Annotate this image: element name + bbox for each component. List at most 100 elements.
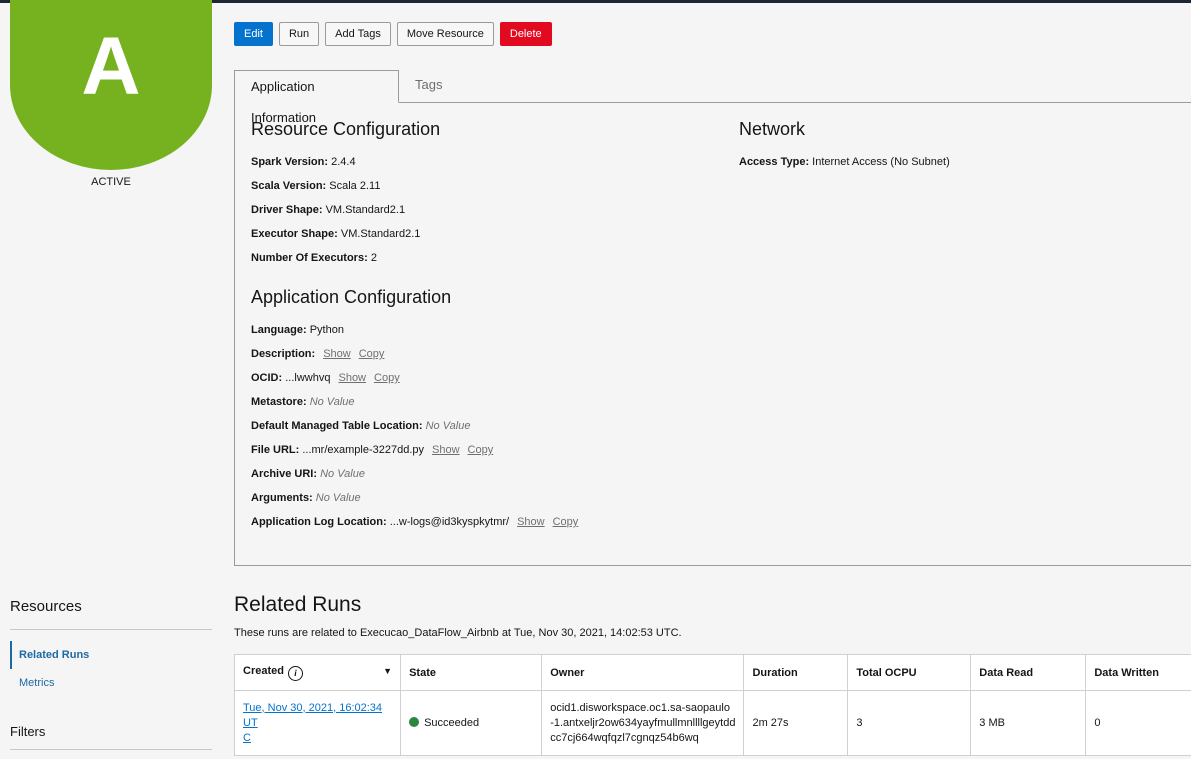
field-value: Scala 2.11 bbox=[329, 180, 381, 192]
state-cell: Succeeded bbox=[400, 690, 543, 756]
metastore-field: Metastore: No Value bbox=[251, 396, 355, 408]
field-value: VM.Standard2.1 bbox=[340, 228, 421, 240]
field-label: Number Of Executors: bbox=[251, 252, 368, 264]
owner-cell: ocid1.disworkspace.oc1.sa-saopaulo -1.ant… bbox=[541, 690, 745, 756]
table-row: Tue, Nov 30, 2021, 16:02:34 UT C Succeede… bbox=[233, 690, 1191, 756]
owner-line: cc7cj664wqfqzl7cgnqz54b6wq bbox=[550, 731, 699, 744]
field-label: Arguments: bbox=[251, 492, 313, 504]
executor-shape-field: Executor Shape: VM.Standard2.1 bbox=[251, 228, 420, 240]
divider bbox=[10, 749, 212, 750]
show-link[interactable]: Show bbox=[323, 348, 351, 360]
field-value: ...mr/example-3227dd.py bbox=[302, 444, 425, 456]
action-toolbar: Edit Run Add Tags Move Resource Delete bbox=[234, 22, 552, 46]
related-runs-title: Related Runs bbox=[234, 593, 362, 616]
resource-avatar: A bbox=[10, 0, 212, 170]
field-label: Archive URI: bbox=[251, 468, 318, 480]
column-header-data-read: Data Read bbox=[970, 654, 1087, 691]
field-value: Python bbox=[309, 324, 344, 336]
field-label: Executor Shape: bbox=[251, 228, 338, 240]
field-label: OCID: bbox=[251, 372, 283, 384]
field-label: Metastore: bbox=[251, 396, 307, 408]
field-value: 2.4.4 bbox=[331, 156, 356, 168]
state-text: Succeeded bbox=[424, 717, 480, 729]
column-header-total-ocpu: Total OCPU bbox=[847, 654, 972, 691]
archive-uri-field: Archive URI: No Value bbox=[251, 468, 365, 480]
column-header-state: State bbox=[400, 654, 543, 691]
resource-config-title: Resource Configuration bbox=[251, 119, 441, 139]
created-cell: Tue, Nov 30, 2021, 16:02:34 UT C bbox=[233, 690, 402, 756]
delete-button[interactable]: Delete bbox=[499, 22, 552, 46]
duration-cell: 2m 27s bbox=[743, 690, 849, 756]
field-label: File URL: bbox=[251, 444, 300, 456]
network-title: Network bbox=[739, 119, 806, 139]
status-label: ACTIVE bbox=[91, 176, 131, 188]
link-line: Tue, Nov 30, 2021, 16:02:34 UT bbox=[243, 701, 383, 729]
field-value: ...lwwhvq bbox=[285, 372, 331, 384]
field-label: Default Managed Table Location: bbox=[251, 420, 423, 432]
run-created-link[interactable]: Tue, Nov 30, 2021, 16:02:34 UT C bbox=[243, 702, 382, 744]
tab-application-information[interactable]: Application Information bbox=[234, 70, 399, 125]
field-value: No Value bbox=[320, 468, 365, 480]
field-label: Language: bbox=[251, 324, 307, 336]
nav-metrics[interactable]: Metrics bbox=[10, 669, 212, 697]
show-link[interactable]: Show bbox=[338, 372, 366, 384]
copy-link[interactable]: Copy bbox=[374, 372, 400, 384]
resources-title: Resources bbox=[10, 598, 82, 615]
copy-link[interactable]: Copy bbox=[553, 516, 579, 528]
field-value: VM.Standard2.1 bbox=[325, 204, 406, 216]
edit-button[interactable]: Edit bbox=[234, 22, 273, 46]
add-tags-button[interactable]: Add Tags bbox=[325, 22, 391, 46]
language-field: Language: Python bbox=[251, 324, 344, 336]
copy-link[interactable]: Copy bbox=[359, 348, 385, 360]
owner-line: -1.antxeljr2ow634yayfmullmnllllgeytdd bbox=[550, 716, 736, 729]
tab-bar: Application Information Tags bbox=[234, 70, 1191, 125]
total-ocpu-cell: 3 bbox=[847, 690, 972, 756]
tab-tags[interactable]: Tags bbox=[399, 70, 458, 101]
related-runs-table: Created i ▼ State Owner Duration Total OCP… bbox=[233, 654, 1191, 756]
access-type-field: Access Type: Internet Access (No Subnet) bbox=[739, 156, 950, 168]
filters-title: Filters bbox=[10, 724, 46, 739]
info-icon[interactable]: i bbox=[287, 665, 303, 681]
show-link[interactable]: Show bbox=[517, 516, 545, 528]
file-url-field: File URL: ...mr/example-3227dd.py Show Cop… bbox=[251, 444, 493, 456]
default-table-location-field: Default Managed Table Location: No Value bbox=[251, 420, 470, 432]
arguments-field: Arguments: No Value bbox=[251, 492, 361, 504]
success-status-icon bbox=[409, 717, 420, 727]
field-label: Scala Version: bbox=[251, 180, 327, 192]
field-value: ...w-logs@id3kyspkytmr/ bbox=[389, 516, 510, 528]
data-read-cell: 3 MB bbox=[970, 690, 1087, 756]
column-header-data-written: Data Written bbox=[1085, 654, 1191, 691]
show-link[interactable]: Show bbox=[432, 444, 460, 456]
field-label: Access Type: bbox=[739, 156, 810, 168]
data-written-cell: 0 bbox=[1085, 690, 1191, 756]
field-value: 2 bbox=[370, 252, 377, 264]
nav-related-runs[interactable]: Related Runs bbox=[10, 641, 212, 669]
app-config-title: Application Configuration bbox=[251, 287, 452, 307]
log-location-field: Application Log Location: ...w-logs@id3k… bbox=[251, 516, 578, 528]
field-value: Internet Access (No Subnet) bbox=[812, 156, 950, 168]
field-value: No Value bbox=[315, 492, 361, 504]
spark-version-field: Spark Version: 2.4.4 bbox=[251, 156, 356, 168]
column-header-created[interactable]: Created i ▼ bbox=[233, 654, 402, 691]
field-label: Spark Version: bbox=[251, 156, 329, 168]
copy-link[interactable]: Copy bbox=[468, 444, 494, 456]
sort-down-icon[interactable]: ▼ bbox=[383, 666, 392, 676]
owner-line: ocid1.disworkspace.oc1.sa-saopaulo bbox=[550, 701, 730, 714]
column-label: Created bbox=[243, 664, 284, 677]
avatar-letter: A bbox=[81, 21, 141, 112]
field-value: No Value bbox=[309, 396, 355, 408]
run-button[interactable]: Run bbox=[278, 22, 320, 46]
scala-version-field: Scala Version: Scala 2.11 bbox=[251, 180, 380, 192]
description-field: Description: Show Copy bbox=[251, 348, 384, 360]
move-resource-button[interactable]: Move Resource bbox=[396, 22, 494, 46]
table-header-row: Created i ▼ State Owner Duration Total OCP… bbox=[233, 654, 1191, 691]
driver-shape-field: Driver Shape: VM.Standard2.1 bbox=[251, 204, 405, 216]
field-label: Driver Shape: bbox=[251, 204, 323, 216]
column-header-duration: Duration bbox=[743, 654, 849, 691]
link-line: C bbox=[243, 731, 251, 744]
field-value: No Value bbox=[425, 420, 471, 432]
field-label: Application Log Location: bbox=[251, 516, 387, 528]
tab-panel bbox=[234, 101, 1191, 566]
ocid-field: OCID: ...lwwhvq Show Copy bbox=[251, 372, 400, 384]
field-label: Description: bbox=[251, 348, 316, 360]
